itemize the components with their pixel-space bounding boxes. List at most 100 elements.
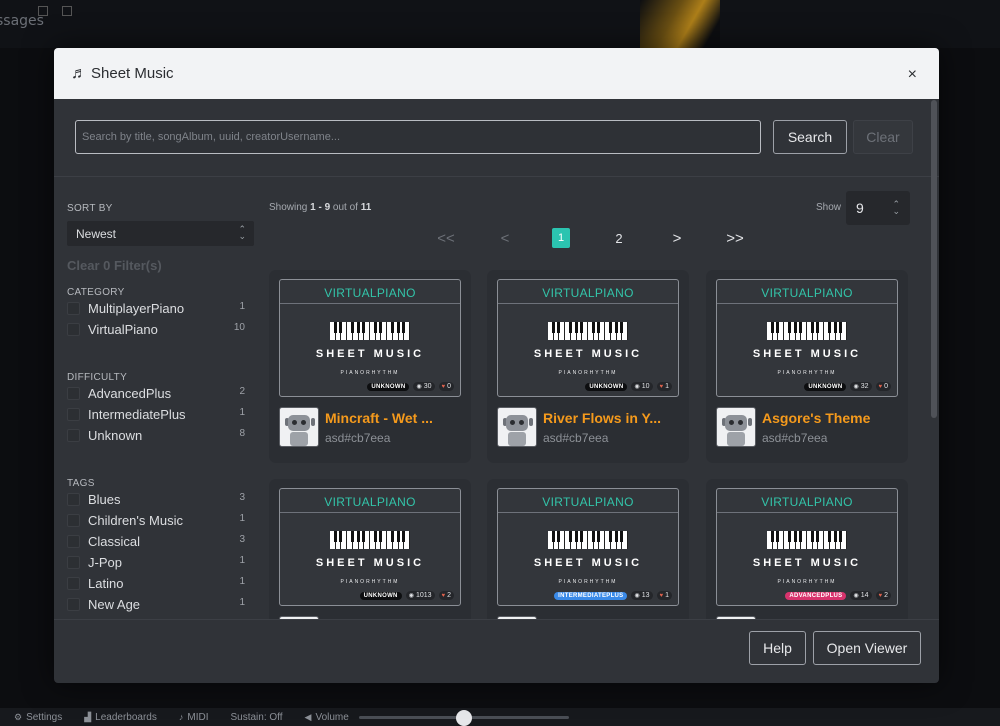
window-icon[interactable]: [38, 6, 48, 16]
open-viewer-button[interactable]: Open Viewer: [813, 631, 921, 665]
scrollbar[interactable]: [931, 100, 937, 418]
window-icon[interactable]: [62, 6, 72, 16]
likes-count: 2: [447, 592, 451, 599]
search-button[interactable]: Search: [773, 120, 847, 154]
sheet-card[interactable]: VIRTUALPIANO SHEET MUSIC PIANORHYTHM ADVANC…: [706, 479, 908, 620]
clear-filters-link[interactable]: Clear 0 Filter(s): [67, 258, 257, 273]
card-stats: UNKNOWN ◉ 32 ♥ 0: [804, 382, 891, 391]
card-category: VIRTUALPIANO: [761, 495, 853, 509]
modal-header: ♬ Sheet Music: [54, 48, 939, 99]
thumbnail-heading: SHEET MUSIC: [533, 557, 643, 569]
volume-slider-knob[interactable]: [455, 709, 472, 726]
page-button-2[interactable]: 2: [610, 227, 628, 249]
filter-label: Classical: [88, 534, 141, 549]
page-button-1[interactable]: 1: [552, 228, 570, 248]
piano-keys-icon: [330, 322, 411, 340]
likes-stat: ♥ 2: [875, 591, 891, 600]
sheet-card[interactable]: VIRTUALPIANO SHEET MUSIC PIANORHYTHM UNKNOW…: [269, 270, 471, 463]
clear-button[interactable]: Clear: [853, 120, 913, 154]
song-title[interactable]: Mincraft - Wet ...: [325, 410, 455, 426]
close-button[interactable]: ×: [908, 66, 917, 84]
sheet-thumbnail[interactable]: VIRTUALPIANO SHEET MUSIC PIANORHYTHM UNKNOW…: [497, 279, 679, 397]
filter-count: 3: [239, 492, 245, 503]
help-button[interactable]: Help: [749, 631, 806, 665]
heart-icon: ♥: [659, 383, 664, 390]
sheet-card[interactable]: VIRTUALPIANO SHEET MUSIC PIANORHYTHM UNKNOW…: [706, 270, 908, 463]
difficulty-badge: ADVANCEDPLUS: [785, 591, 847, 600]
filter-item[interactable]: AdvancedPlus 2: [67, 383, 257, 404]
page-size-select[interactable]: 9 ⌃ ⌄: [846, 191, 910, 225]
next-page-button[interactable]: >: [668, 227, 686, 249]
last-page-button[interactable]: >>: [722, 227, 748, 249]
filter-checkbox[interactable]: [67, 408, 80, 421]
sheet-card[interactable]: VIRTUALPIANO SHEET MUSIC PIANORHYTHM INTERM…: [487, 479, 689, 620]
filter-item[interactable]: VirtualPiano 10: [67, 319, 257, 340]
song-title[interactable]: River Flows in Y...: [543, 410, 673, 426]
thumbnail-brand: PIANORHYTHM: [340, 579, 400, 585]
difficulty-section: DIFFICULTY AdvancedPlus 2 IntermediatePl…: [67, 372, 257, 446]
song-author[interactable]: asd#cb7eea: [325, 431, 390, 445]
avatar[interactable]: [716, 407, 756, 447]
first-page-button[interactable]: <<: [434, 227, 458, 249]
filter-checkbox[interactable]: [67, 493, 80, 506]
filter-item[interactable]: Blues 3: [67, 489, 257, 510]
song-author[interactable]: asd#cb7eea: [543, 431, 608, 445]
leaderboards-button[interactable]: ▟ Leaderboards: [84, 712, 157, 723]
difficulty-badge: INTERMEDIATEPLUS: [554, 591, 628, 600]
category-label: CATEGORY: [67, 287, 125, 298]
filter-checkbox[interactable]: [67, 429, 80, 442]
avatar[interactable]: [497, 407, 537, 447]
eye-icon: ◉: [634, 384, 640, 390]
search-input[interactable]: [75, 120, 761, 154]
robot-body: [508, 432, 526, 446]
filter-checkbox[interactable]: [67, 577, 80, 590]
filter-item[interactable]: J-Pop 1: [67, 552, 257, 573]
filter-checkbox[interactable]: [67, 302, 80, 315]
sheet-card[interactable]: VIRTUALPIANO SHEET MUSIC PIANORHYTHM UNKNOW…: [487, 270, 689, 463]
avatar[interactable]: [279, 407, 319, 447]
filter-checkbox[interactable]: [67, 556, 80, 569]
sheet-thumbnail[interactable]: VIRTUALPIANO SHEET MUSIC PIANORHYTHM UNKNOW…: [279, 279, 461, 397]
card-stats: INTERMEDIATEPLUS ◉ 13 ♥ 1: [554, 591, 672, 600]
views-stat: ◉ 13: [631, 591, 653, 600]
prev-page-button[interactable]: <: [496, 227, 514, 249]
filter-item[interactable]: IntermediatePlus 1: [67, 404, 257, 425]
sort-select[interactable]: Newest ⌃ ⌄: [67, 221, 254, 246]
sheet-card[interactable]: VIRTUALPIANO SHEET MUSIC PIANORHYTHM UNKNOW…: [269, 479, 471, 620]
thumbnail-divider: [717, 512, 897, 513]
sheet-thumbnail[interactable]: VIRTUALPIANO SHEET MUSIC PIANORHYTHM UNKNOW…: [279, 488, 461, 606]
showing-prefix: Showing: [269, 202, 311, 213]
filter-checkbox[interactable]: [67, 535, 80, 548]
sheet-thumbnail[interactable]: VIRTUALPIANO SHEET MUSIC PIANORHYTHM UNKNOW…: [716, 279, 898, 397]
midi-button[interactable]: ♪ MIDI: [179, 712, 209, 723]
sheet-thumbnail[interactable]: VIRTUALPIANO SHEET MUSIC PIANORHYTHM INTERM…: [497, 488, 679, 606]
eye-icon: ◉: [416, 384, 422, 390]
sort-value: Newest: [76, 226, 117, 241]
filter-checkbox[interactable]: [67, 323, 80, 336]
robot-head: [288, 415, 310, 431]
song-author[interactable]: asd#cb7eea: [762, 431, 827, 445]
showing-range: 1 - 9: [310, 202, 331, 213]
filter-item[interactable]: Classical 3: [67, 531, 257, 552]
card-stats: UNKNOWN ◉ 30 ♥ 0: [367, 382, 454, 391]
filter-label: Children's Music: [88, 513, 183, 528]
piano-keys-icon: [767, 531, 848, 549]
filter-item[interactable]: Children's Music 1: [67, 510, 257, 531]
filter-item[interactable]: Unknown 8: [67, 425, 257, 446]
card-footer: River Flows in Y... asd#cb7eea: [497, 407, 679, 449]
robot-eye: [729, 420, 734, 425]
filter-checkbox[interactable]: [67, 598, 80, 611]
song-title[interactable]: Asgore's Theme: [762, 410, 892, 426]
likes-stat: ♥ 1: [656, 591, 672, 600]
divider: [54, 176, 939, 177]
midi-label: MIDI: [187, 711, 209, 723]
filter-item[interactable]: New Age 1: [67, 594, 257, 615]
settings-button[interactable]: ⚙ Settings: [14, 712, 62, 723]
filter-checkbox[interactable]: [67, 514, 80, 527]
filter-item[interactable]: Latino 1: [67, 573, 257, 594]
filter-checkbox[interactable]: [67, 387, 80, 400]
filter-item[interactable]: MultiplayerPiano 1: [67, 298, 257, 319]
sheet-thumbnail[interactable]: VIRTUALPIANO SHEET MUSIC PIANORHYTHM ADVANC…: [716, 488, 898, 606]
sustain-toggle[interactable]: Sustain: Off: [230, 712, 282, 723]
volume-slider[interactable]: [358, 709, 569, 726]
